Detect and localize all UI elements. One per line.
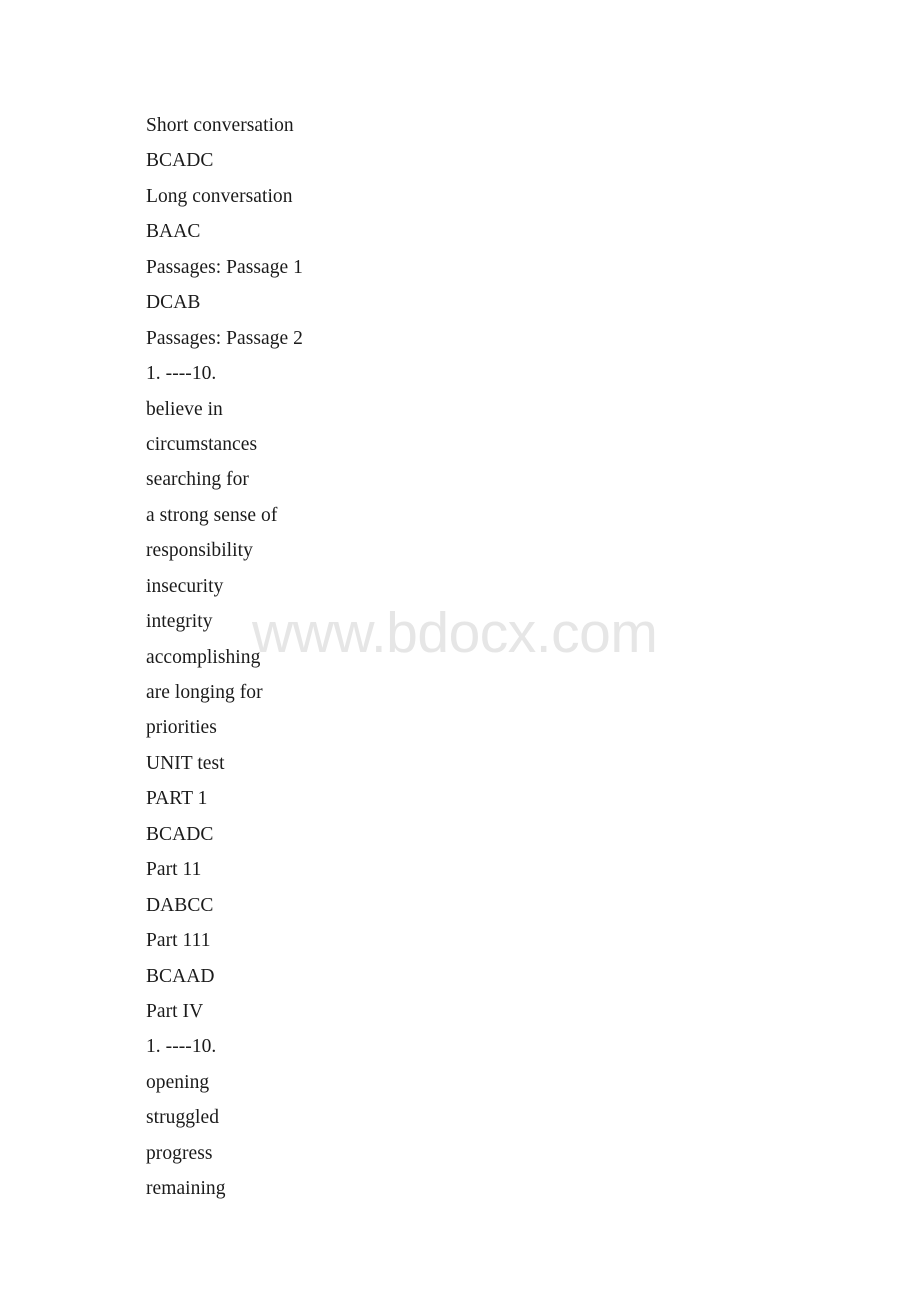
document-line: BAAC [146, 221, 201, 243]
document-line: UNIT test [146, 752, 225, 774]
document-line: responsibility [146, 540, 253, 562]
document-line: Passages: Passage 2 [146, 327, 303, 349]
document-line: believe in [146, 398, 223, 420]
document-line: a strong sense of [146, 504, 278, 526]
document-line: opening [146, 1071, 210, 1093]
document-line: Part 111 [146, 930, 211, 952]
document-line: BCADC [146, 150, 214, 172]
document-line: Passages: Passage 1 [146, 256, 303, 278]
document-text-body: Short conversation BCADC Long conversati… [146, 108, 846, 1207]
document-line: BCAAD [146, 965, 215, 987]
document-line: remaining [146, 1178, 226, 1200]
document-line: priorities [146, 717, 217, 739]
document-page: www.bdocx.com Short conversation BCADC L… [0, 0, 920, 1302]
document-line: Part 11 [146, 859, 202, 881]
document-line: DABCC [146, 894, 214, 916]
document-line: Part IV [146, 1000, 204, 1022]
document-line: searching for [146, 469, 249, 491]
document-line: circumstances [146, 433, 258, 455]
document-line: 1. ----10. [146, 1036, 217, 1058]
document-line: integrity [146, 611, 213, 633]
document-line: accomplishing [146, 646, 261, 668]
document-line: Long conversation [146, 185, 293, 207]
document-line: BCADC [146, 823, 214, 845]
document-line: DCAB [146, 292, 201, 314]
document-line: progress [146, 1142, 213, 1164]
document-line: PART 1 [146, 788, 208, 810]
document-line: 1. ----10. [146, 363, 217, 385]
document-line: insecurity [146, 575, 224, 597]
document-line: Short conversation [146, 115, 294, 136]
document-line: are longing for [146, 682, 263, 703]
document-line: struggled [146, 1107, 220, 1129]
